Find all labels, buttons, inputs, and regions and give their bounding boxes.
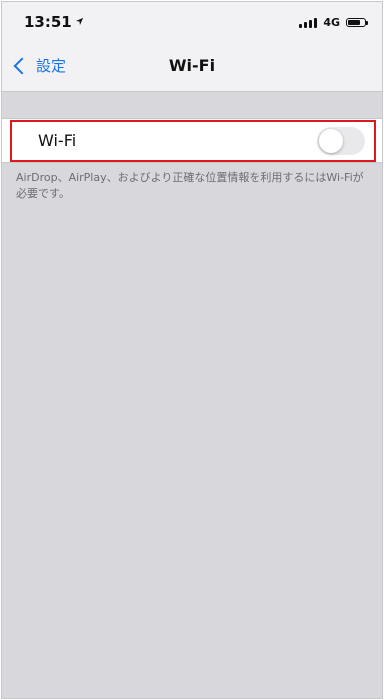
phone-screen: 13:51 4G 設定 Wi-Fi Wi-Fi AirDrop、AirPlay、… <box>1 1 383 699</box>
navigation-bar: 設定 Wi-Fi <box>2 42 382 92</box>
toggle-knob <box>319 129 343 153</box>
cellular-signal-icon <box>299 17 318 28</box>
status-indicators: 4G <box>299 16 368 29</box>
wifi-toggle[interactable] <box>317 127 365 155</box>
battery-icon <box>346 18 368 27</box>
wifi-setting-row: Wi-Fi <box>2 118 382 163</box>
network-type: 4G <box>323 16 340 29</box>
wifi-setting-label: Wi-Fi <box>38 131 77 150</box>
status-bar: 13:51 4G <box>2 2 382 42</box>
battery-fill <box>348 20 360 25</box>
page-title: Wi-Fi <box>168 56 216 75</box>
status-time-text: 13:51 <box>24 13 72 31</box>
wifi-footer-note: AirDrop、AirPlay、およびより正確な位置情報を利用するにはWi-Fi… <box>16 171 364 200</box>
status-time: 13:51 <box>24 12 84 31</box>
location-arrow-icon <box>75 12 84 30</box>
